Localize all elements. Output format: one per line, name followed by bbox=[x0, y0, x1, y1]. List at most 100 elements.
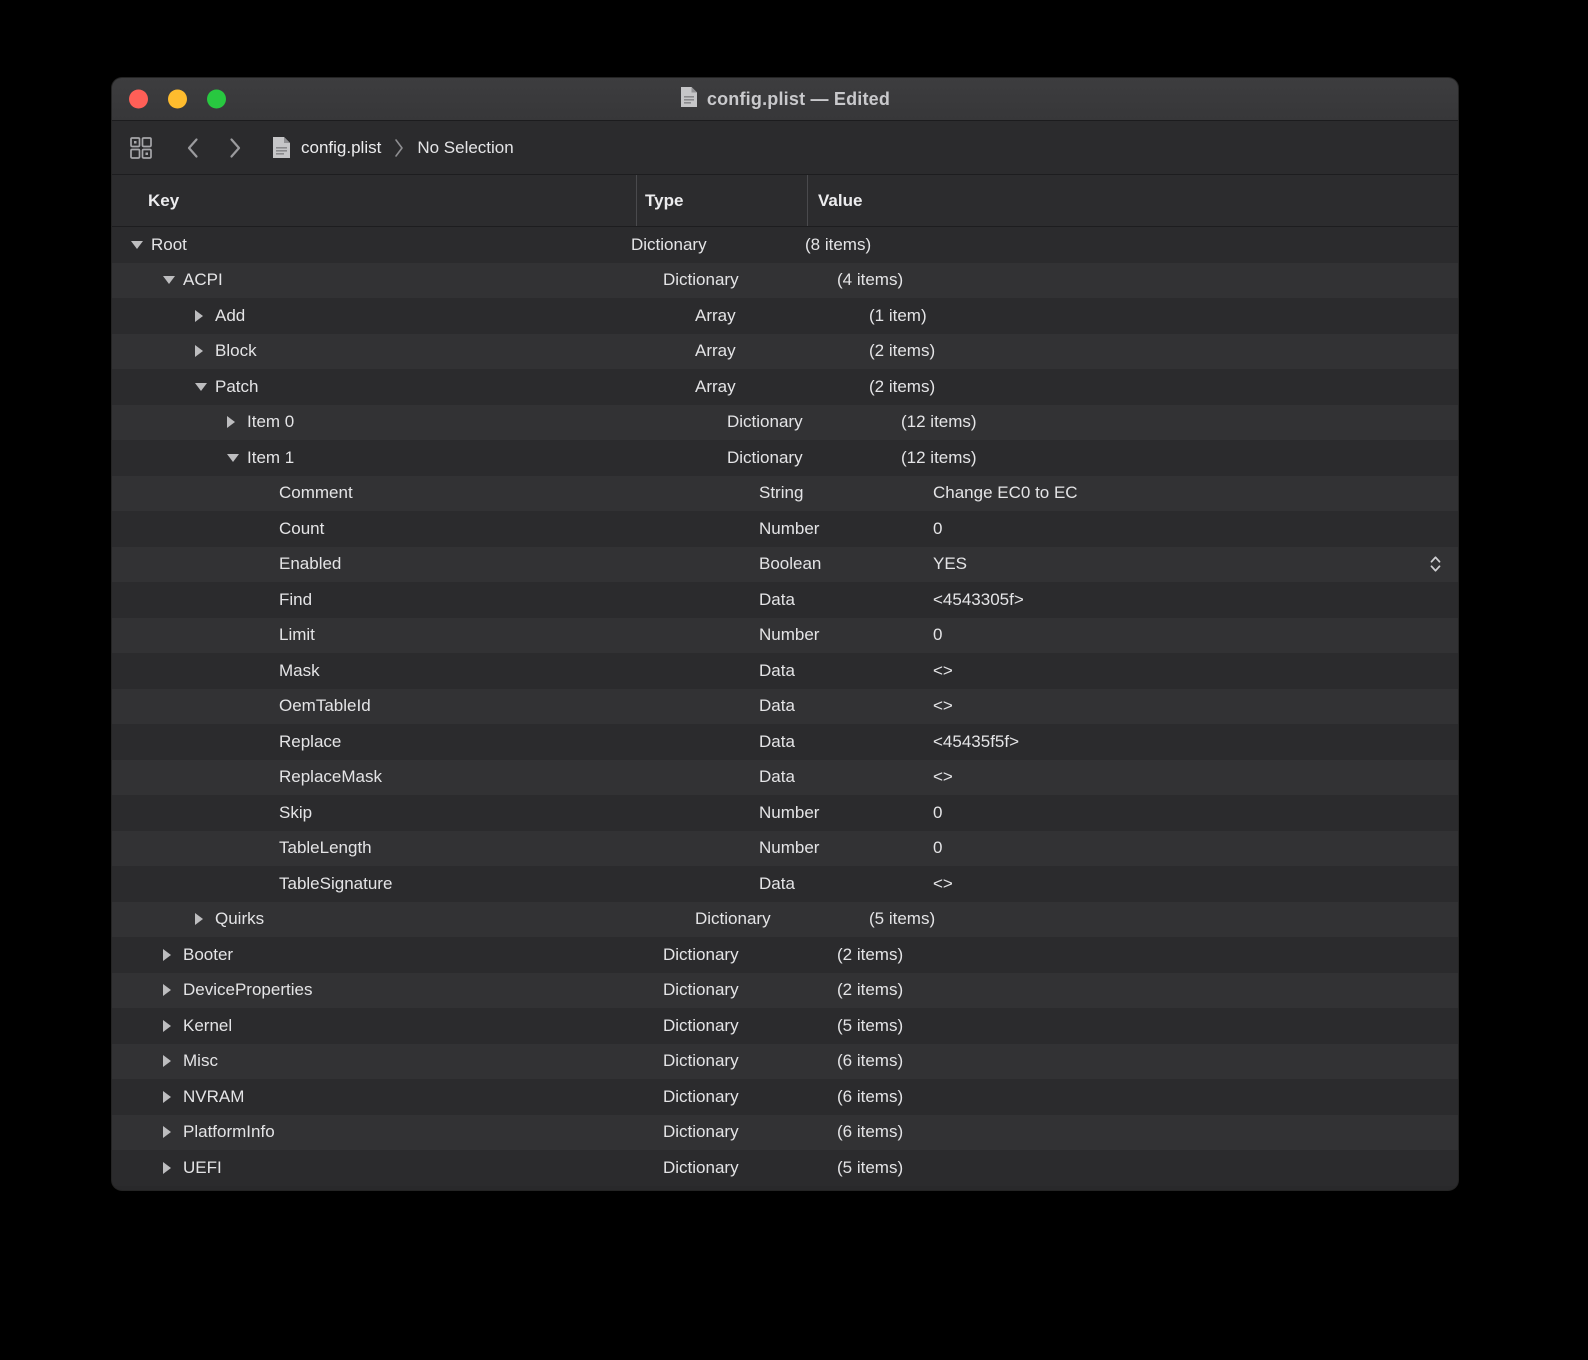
table-row[interactable]: FindData<4543305f> bbox=[112, 582, 1458, 618]
related-items-icon[interactable] bbox=[128, 135, 154, 161]
back-icon[interactable] bbox=[186, 137, 199, 159]
row-type[interactable]: Dictionary bbox=[651, 263, 826, 299]
row-value[interactable]: <> bbox=[933, 696, 953, 716]
row-value[interactable]: YES bbox=[933, 554, 967, 574]
row-type[interactable]: Number bbox=[747, 511, 922, 547]
row-type[interactable]: Number bbox=[747, 831, 922, 867]
forward-icon[interactable] bbox=[229, 137, 242, 159]
table-row[interactable]: BlockArray(2 items) bbox=[112, 334, 1458, 370]
disclosure-triangle-collapsed-icon[interactable] bbox=[163, 1091, 178, 1103]
row-type[interactable]: Array bbox=[683, 369, 858, 405]
table-row[interactable]: ReplaceMaskData<> bbox=[112, 760, 1458, 796]
table-row[interactable]: ACPIDictionary(4 items) bbox=[112, 263, 1458, 299]
row-value[interactable]: (6 items) bbox=[837, 1122, 903, 1142]
table-row[interactable]: BooterDictionary(2 items) bbox=[112, 937, 1458, 973]
row-type[interactable]: Data bbox=[747, 866, 922, 902]
row-value[interactable]: (12 items) bbox=[901, 412, 977, 432]
row-value[interactable]: <> bbox=[933, 767, 953, 787]
row-type[interactable]: Dictionary bbox=[651, 1115, 826, 1151]
row-type[interactable]: Dictionary bbox=[619, 227, 794, 263]
row-type[interactable]: Data bbox=[747, 653, 922, 689]
table-row[interactable]: PlatformInfoDictionary(6 items) bbox=[112, 1115, 1458, 1151]
table-row[interactable]: NVRAMDictionary(6 items) bbox=[112, 1079, 1458, 1115]
row-value[interactable]: (6 items) bbox=[837, 1051, 903, 1071]
table-row[interactable]: DevicePropertiesDictionary(2 items) bbox=[112, 973, 1458, 1009]
disclosure-triangle-collapsed-icon[interactable] bbox=[163, 984, 178, 996]
table-row[interactable]: TableLengthNumber0 bbox=[112, 831, 1458, 867]
row-value[interactable]: (5 items) bbox=[837, 1158, 903, 1178]
table-row[interactable]: SkipNumber0 bbox=[112, 795, 1458, 831]
row-value[interactable]: (12 items) bbox=[901, 448, 977, 468]
row-value[interactable]: 0 bbox=[933, 803, 942, 823]
row-type[interactable]: Dictionary bbox=[651, 1008, 826, 1044]
breadcrumb-selection[interactable]: No Selection bbox=[417, 138, 513, 158]
row-value[interactable]: 0 bbox=[933, 519, 942, 539]
row-type[interactable]: Dictionary bbox=[651, 1150, 826, 1186]
row-value[interactable]: (6 items) bbox=[837, 1087, 903, 1107]
table-row[interactable]: KernelDictionary(5 items) bbox=[112, 1008, 1458, 1044]
column-header-value[interactable]: Value bbox=[807, 175, 1458, 226]
table-row[interactable]: EnabledBooleanYES bbox=[112, 547, 1458, 583]
row-type[interactable]: Data bbox=[747, 582, 922, 618]
table-row[interactable]: PatchArray(2 items) bbox=[112, 369, 1458, 405]
row-type[interactable]: Dictionary bbox=[715, 440, 890, 476]
close-button[interactable] bbox=[129, 90, 148, 109]
disclosure-triangle-collapsed-icon[interactable] bbox=[163, 1162, 178, 1174]
table-row[interactable]: MaskData<> bbox=[112, 653, 1458, 689]
row-value[interactable]: (5 items) bbox=[869, 909, 935, 929]
table-row[interactable]: TableSignatureData<> bbox=[112, 866, 1458, 902]
disclosure-triangle-collapsed-icon[interactable] bbox=[163, 1055, 178, 1067]
table-row[interactable]: ReplaceData<45435f5f> bbox=[112, 724, 1458, 760]
row-type[interactable]: Array bbox=[683, 298, 858, 334]
disclosure-triangle-collapsed-icon[interactable] bbox=[163, 1020, 178, 1032]
breadcrumb-file[interactable]: config.plist bbox=[301, 138, 381, 158]
disclosure-triangle-collapsed-icon[interactable] bbox=[195, 310, 210, 322]
row-value[interactable]: (4 items) bbox=[837, 270, 903, 290]
row-type[interactable]: Dictionary bbox=[651, 1044, 826, 1080]
row-value[interactable]: (2 items) bbox=[837, 945, 903, 965]
row-type[interactable]: Data bbox=[747, 760, 922, 796]
row-type[interactable]: Dictionary bbox=[651, 937, 826, 973]
row-type[interactable]: Array bbox=[683, 334, 858, 370]
row-value[interactable]: (2 items) bbox=[869, 377, 935, 397]
row-type[interactable]: Data bbox=[747, 724, 922, 760]
column-header-key[interactable]: Key bbox=[112, 175, 636, 226]
table-row[interactable]: Item 1Dictionary(12 items) bbox=[112, 440, 1458, 476]
table-row[interactable]: CommentStringChange EC0 to EC bbox=[112, 476, 1458, 512]
table-row[interactable]: CountNumber0 bbox=[112, 511, 1458, 547]
table-row[interactable]: OemTableIdData<> bbox=[112, 689, 1458, 725]
row-type[interactable]: Dictionary bbox=[651, 1079, 826, 1115]
disclosure-triangle-collapsed-icon[interactable] bbox=[195, 345, 210, 357]
disclosure-triangle-collapsed-icon[interactable] bbox=[227, 416, 242, 428]
disclosure-triangle-collapsed-icon[interactable] bbox=[195, 913, 210, 925]
zoom-button[interactable] bbox=[207, 90, 226, 109]
disclosure-triangle-expanded-icon[interactable] bbox=[131, 241, 146, 249]
table-row[interactable]: RootDictionary(8 items) bbox=[112, 227, 1458, 263]
row-value[interactable]: <> bbox=[933, 661, 953, 681]
row-value[interactable]: (2 items) bbox=[837, 980, 903, 1000]
file-icon[interactable] bbox=[272, 136, 291, 159]
table-row[interactable]: AddArray(1 item) bbox=[112, 298, 1458, 334]
table-row[interactable]: UEFIDictionary(5 items) bbox=[112, 1150, 1458, 1186]
disclosure-triangle-expanded-icon[interactable] bbox=[163, 276, 178, 284]
table-row[interactable]: Item 0Dictionary(12 items) bbox=[112, 405, 1458, 441]
row-type[interactable]: String bbox=[747, 476, 922, 512]
row-type[interactable]: Dictionary bbox=[715, 405, 890, 441]
disclosure-triangle-expanded-icon[interactable] bbox=[195, 383, 210, 391]
table-row[interactable]: QuirksDictionary(5 items) bbox=[112, 902, 1458, 938]
row-type[interactable]: Boolean bbox=[747, 547, 922, 583]
minimize-button[interactable] bbox=[168, 90, 187, 109]
row-value[interactable]: (5 items) bbox=[837, 1016, 903, 1036]
row-value[interactable]: (8 items) bbox=[805, 235, 871, 255]
row-value[interactable]: <45435f5f> bbox=[933, 732, 1019, 752]
table-row[interactable]: LimitNumber0 bbox=[112, 618, 1458, 654]
row-value[interactable]: <4543305f> bbox=[933, 590, 1024, 610]
row-value[interactable]: Change EC0 to EC bbox=[933, 483, 1078, 503]
disclosure-triangle-expanded-icon[interactable] bbox=[227, 454, 242, 462]
row-type[interactable]: Number bbox=[747, 618, 922, 654]
disclosure-triangle-collapsed-icon[interactable] bbox=[163, 1126, 178, 1138]
disclosure-triangle-collapsed-icon[interactable] bbox=[163, 949, 178, 961]
column-header-type[interactable]: Type bbox=[636, 175, 807, 226]
row-value[interactable]: 0 bbox=[933, 625, 942, 645]
row-value[interactable]: (1 item) bbox=[869, 306, 927, 326]
